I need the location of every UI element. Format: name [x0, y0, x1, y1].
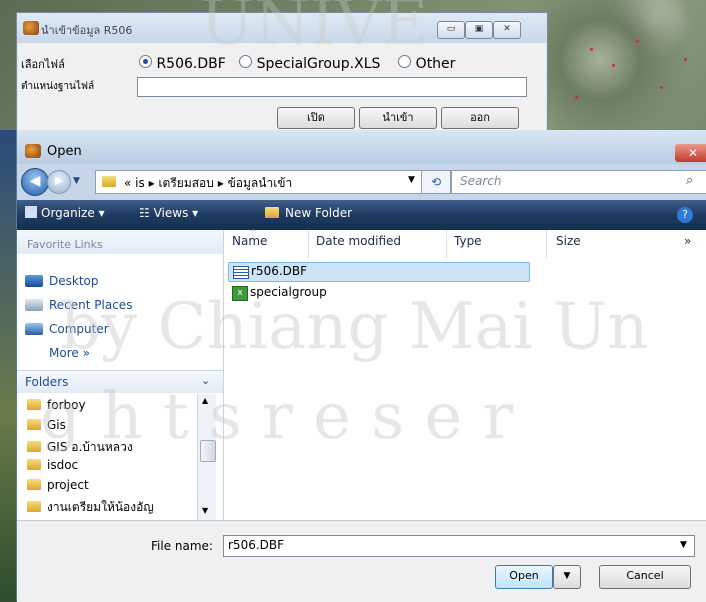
views-menu[interactable]: ☷ Views ▾ [139, 206, 198, 220]
open-dialog: Open ✕ ◀ ▶ ▼ « is ▸ เตรียมสอบ ▸ ข้อมูลนำ… [16, 130, 706, 602]
folders-header[interactable]: Folders ⌄ [17, 370, 223, 393]
file-location-label: ตำแหน่งฐานไฟล์ [21, 81, 95, 92]
folder-item[interactable]: isdoc [27, 458, 78, 472]
file-type-options: R506.DBF SpecialGroup.XLS Other [139, 55, 455, 72]
favorite-links-header: Favorite Links [17, 230, 223, 254]
forward-arrow-icon[interactable]: ▶ [47, 170, 71, 194]
background-strip [0, 130, 16, 601]
computer-icon [25, 323, 43, 335]
folder-icon [27, 441, 41, 452]
folder-icon [27, 399, 41, 410]
minimize-button[interactable]: ▭ [437, 21, 465, 39]
more-links[interactable]: More » [49, 346, 90, 360]
cancel-button[interactable]: Cancel [599, 565, 691, 589]
file-name-label: File name: [151, 539, 213, 553]
scroll-down-icon[interactable]: ▼ [202, 506, 208, 515]
import-dialog-title: นำเข้าข้อมูล R506 [41, 24, 133, 37]
recent-places-icon [25, 299, 43, 311]
scroll-up-icon[interactable]: ▲ [202, 396, 208, 405]
organize-icon [25, 206, 37, 218]
column-type[interactable]: Type [454, 234, 482, 248]
folder-item[interactable]: GIS อ.บ้านหลวง [27, 438, 133, 457]
address-row: ◀ ▶ ▼ « is ▸ เตรียมสอบ ▸ ข้อมูลนำเข้า ▼ … [17, 164, 706, 200]
column-headers: Name ⌃ Date modified Type Size » [224, 228, 706, 258]
views-icon: ☷ [139, 206, 150, 220]
new-folder-icon [265, 207, 279, 218]
file-name-input[interactable]: r506.DBF ▼ [223, 535, 695, 557]
option-r506[interactable]: R506.DBF [139, 55, 226, 72]
refresh-icon[interactable]: ⟲ [421, 170, 451, 194]
navigation-pane: Favorite Links Desktop Recent Places Com… [17, 230, 224, 520]
folder-icon [27, 501, 41, 512]
desktop-icon [25, 275, 43, 287]
app-icon [23, 21, 39, 35]
file-location-input[interactable] [137, 77, 527, 97]
column-size[interactable]: Size [556, 234, 581, 248]
file-row-selected[interactable]: r506.DBF [228, 262, 530, 282]
folder-item[interactable]: forboy [27, 398, 86, 412]
folder-item[interactable]: งานเตรียมให้น้องอัญ [27, 498, 154, 517]
organize-menu[interactable]: Organize ▾ [25, 206, 105, 220]
toolbar: Organize ▾ ☷ Views ▾ New Folder ? [17, 200, 706, 230]
import-dialog-titlebar[interactable]: นำเข้าข้อมูล R506 ▭ ▣ ✕ [17, 13, 547, 43]
chevron-down-icon[interactable]: ⌄ [201, 374, 210, 387]
sort-up-icon: ⌃ [250, 228, 257, 237]
folder-icon [27, 419, 41, 430]
open-split-dropdown-icon[interactable]: ▼ [553, 565, 581, 589]
open-dialog-titlebar[interactable]: Open ✕ [17, 130, 706, 164]
search-input[interactable]: Search ⌕ [451, 170, 706, 194]
file-row[interactable]: x specialgroup [228, 284, 528, 302]
breadcrumb-separator: ▸ [217, 176, 224, 190]
radio-other[interactable] [398, 55, 412, 68]
dialog-footer: File name: r506.DBF ▼ Open ▼ Cancel [17, 520, 706, 602]
search-icon[interactable]: ⌕ [686, 173, 693, 188]
help-icon[interactable]: ? [677, 207, 693, 223]
scroll-thumb[interactable] [200, 440, 216, 462]
recent-pages-chevron-icon[interactable]: ▼ [73, 176, 80, 186]
folder-item[interactable]: Gis [27, 418, 66, 432]
radio-specialgroup[interactable] [239, 55, 253, 68]
back-arrow-icon[interactable]: ◀ [21, 168, 49, 196]
exit-button[interactable]: ออก [441, 107, 519, 129]
breadcrumb-exam-prep[interactable]: เตรียมสอบ [158, 176, 213, 190]
option-specialgroup[interactable]: SpecialGroup.XLS [239, 55, 380, 72]
option-other[interactable]: Other [398, 55, 455, 72]
folder-icon [27, 479, 41, 490]
select-file-label: เลือกไฟล์ [21, 58, 65, 71]
address-dropdown-icon[interactable]: ▼ [408, 175, 415, 185]
favorite-link-computer[interactable]: Computer [25, 322, 109, 336]
breadcrumb-is[interactable]: is [135, 176, 145, 190]
excel-file-icon: x [232, 286, 248, 301]
folders-scrollbar[interactable]: ▲ ▼ [197, 394, 216, 520]
breadcrumb-import-data[interactable]: ข้อมูลนำเข้า [228, 176, 293, 190]
favorite-link-desktop[interactable]: Desktop [25, 274, 99, 288]
open-button[interactable]: Open [495, 565, 553, 589]
radio-r506[interactable] [139, 55, 152, 68]
import-dialog: นำเข้าข้อมูล R506 ▭ ▣ ✕ เลือกไฟล์ R506.D… [16, 12, 548, 140]
breadcrumb-overflow[interactable]: « [124, 176, 131, 190]
maximize-button[interactable]: ▣ [465, 21, 493, 39]
file-list: Name ⌃ Date modified Type Size » r506.DB… [224, 228, 706, 520]
import-button[interactable]: นำเข้า [359, 107, 437, 129]
favorite-link-recent-places[interactable]: Recent Places [25, 298, 132, 312]
more-columns[interactable]: » [684, 234, 691, 248]
breadcrumb-separator: ▸ [148, 176, 155, 190]
close-button[interactable]: ✕ [493, 21, 521, 39]
file-name-dropdown-icon[interactable]: ▼ [680, 540, 687, 550]
folder-icon [27, 459, 41, 470]
open-dialog-title: Open [47, 144, 82, 159]
dbf-file-icon [233, 266, 249, 279]
close-icon[interactable]: ✕ [675, 144, 706, 162]
app-icon [25, 144, 41, 158]
breadcrumb: « is ▸ เตรียมสอบ ▸ ข้อมูลนำเข้า [124, 174, 292, 193]
new-folder-button[interactable]: New Folder [265, 206, 352, 220]
folder-item[interactable]: project [27, 478, 89, 492]
search-placeholder: Search [460, 174, 502, 188]
open-button-thai[interactable]: เปิด [277, 107, 355, 129]
column-date-modified[interactable]: Date modified [316, 234, 401, 248]
folder-icon [102, 176, 116, 187]
